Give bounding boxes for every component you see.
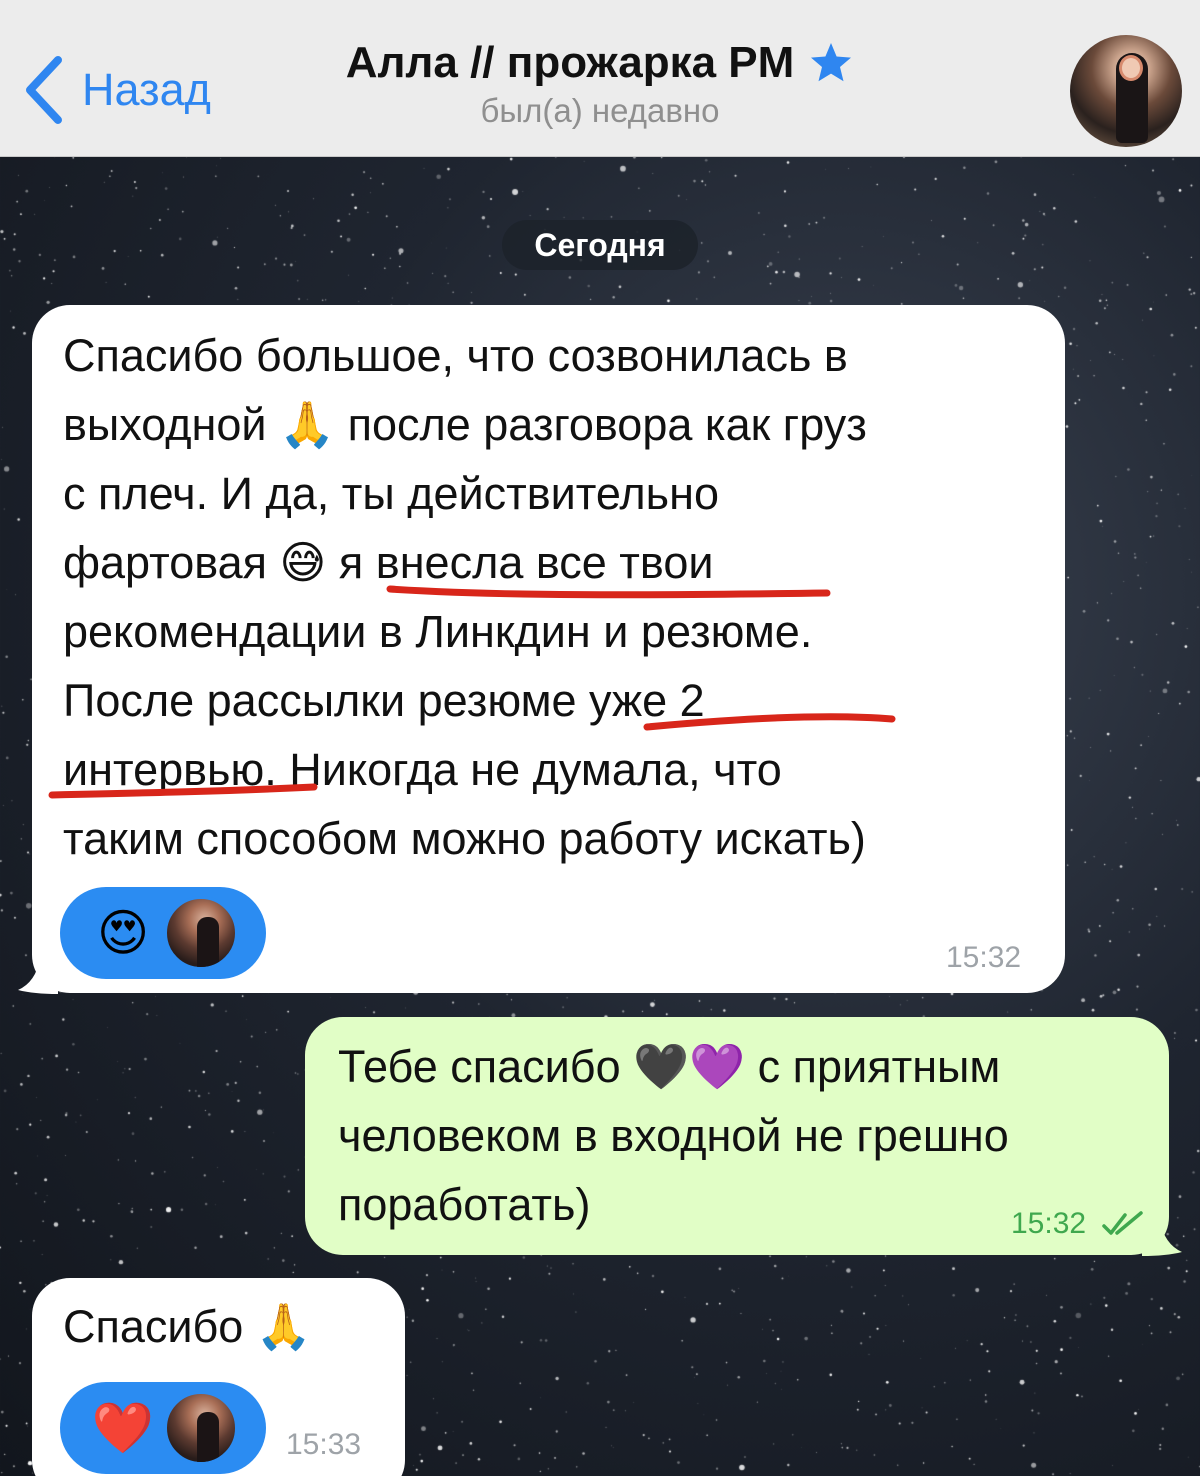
contact-avatar[interactable] [1070, 35, 1182, 147]
chevron-left-icon [26, 56, 62, 124]
message-time: 15:32 [946, 941, 1022, 974]
message-time: 15:33 [286, 1428, 362, 1461]
reaction-avatar [164, 896, 238, 970]
outgoing-message[interactable]: Тебе спасибо 🖤💜 с приятным человеком в в… [305, 1017, 1169, 1255]
star-icon [811, 43, 852, 82]
chat-title: Алла // прожарка PM [345, 38, 795, 87]
bubble-tail [18, 958, 58, 994]
chat-status: был(а) недавно [480, 92, 720, 129]
double-check-icon [1102, 1211, 1143, 1235]
message-text: Спасибо большое, что созвонилась в выход… [63, 330, 867, 864]
reaction-avatar [164, 1391, 238, 1465]
chat-title-block[interactable]: Алла // прожарка PM был(а) недавно [230, 38, 970, 130]
bubble-tail [1142, 1220, 1182, 1256]
incoming-message[interactable]: Спасибо большое, что созвонилась в выход… [32, 305, 1065, 993]
reaction-emoji: ❤️ [91, 1400, 155, 1456]
message-time: 15:32 [1011, 1207, 1087, 1240]
back-label: Назад [82, 64, 211, 115]
back-button[interactable]: Назад [18, 52, 211, 128]
incoming-message[interactable]: Спасибо 🙏 ❤️ 15:33 [32, 1278, 405, 1476]
reaction-chip[interactable]: 😍 [60, 887, 266, 979]
message-text: Спасибо 🙏 [63, 1301, 312, 1352]
chat-header: Назад Алла // прожарка PM был(а) недавно [0, 0, 1200, 157]
reaction-emoji: 😍 [96, 905, 150, 961]
reaction-chip[interactable]: ❤️ [60, 1382, 266, 1474]
date-separator: Сегодня [502, 220, 698, 270]
